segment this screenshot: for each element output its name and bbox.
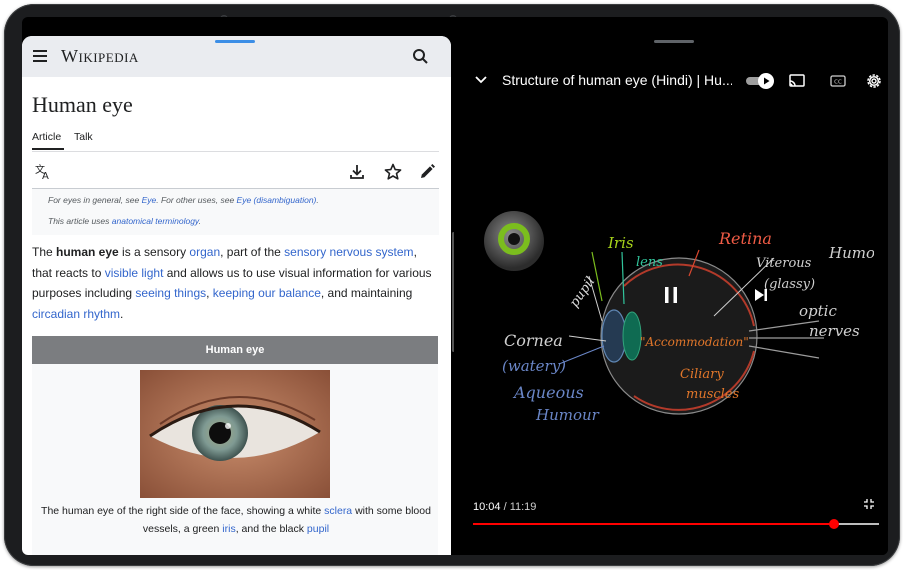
divider xyxy=(32,151,439,152)
label-ciliary: Ciliary xyxy=(680,367,724,382)
link-eye-disambiguation[interactable]: Eye (disambiguation) xyxy=(237,195,317,205)
download-icon[interactable] xyxy=(347,162,367,182)
hatnote-text: . xyxy=(316,195,319,205)
link-organ[interactable]: organ xyxy=(189,245,220,259)
intro-paragraph: The human eye is a sensory organ, part o… xyxy=(32,242,440,324)
current-time: 10:04 xyxy=(473,501,501,513)
hatnote: For eyes in general, see Eye. For other … xyxy=(32,189,439,235)
label-cornea: Cornea xyxy=(504,331,563,350)
autoplay-toggle[interactable] xyxy=(746,73,774,89)
search-icon[interactable] xyxy=(411,47,431,67)
captions-icon[interactable]: CC xyxy=(829,72,847,90)
tablet-frame: Wikipedia Human eye Article Talk 文 A For… xyxy=(4,4,900,566)
link-sclera[interactable]: sclera xyxy=(324,505,352,517)
label-nerves: nerves xyxy=(809,322,860,340)
pause-icon[interactable] xyxy=(663,286,679,304)
eye-photo[interactable] xyxy=(140,370,330,498)
settings-gear-icon[interactable] xyxy=(865,72,883,90)
hatnote-text: . xyxy=(198,216,201,226)
label-glassy: (glassy) xyxy=(764,277,815,292)
video-duration: 11:19 xyxy=(509,501,537,513)
text: , and maintaining xyxy=(320,286,413,300)
text: , and the black xyxy=(235,523,307,535)
text: The xyxy=(32,245,57,259)
eye-illustration xyxy=(140,370,330,498)
text: , part of the xyxy=(220,245,285,259)
label-muscles: muscles xyxy=(686,387,740,402)
link-anatomical-terminology[interactable]: anatomical terminology xyxy=(112,216,199,226)
label-optic: optic xyxy=(799,302,837,320)
label-lens: lens xyxy=(636,255,663,270)
video-pane-handle[interactable] xyxy=(654,40,694,43)
exit-fullscreen-icon[interactable] xyxy=(863,498,875,510)
hatnote-text: This article uses xyxy=(48,216,112,226)
hatnote-line: For eyes in general, see Eye. For other … xyxy=(48,195,319,205)
link-visible-light[interactable]: visible light xyxy=(105,266,164,280)
label-watery: (watery) xyxy=(502,357,566,375)
label-aqueous: Aqueous xyxy=(512,383,584,402)
hatnote-text: For eyes in general, see xyxy=(48,195,142,205)
active-tab-indicator xyxy=(32,148,64,150)
svg-text:A: A xyxy=(42,171,49,182)
menu-icon[interactable] xyxy=(33,50,47,62)
next-video-icon[interactable] xyxy=(753,288,769,302)
link-iris[interactable]: iris xyxy=(222,523,235,535)
screen: Wikipedia Human eye Article Talk 文 A For… xyxy=(22,17,888,555)
label-viterous: Viterous xyxy=(756,256,812,271)
text: The human eye of the right side of the f… xyxy=(41,505,325,517)
wikipedia-logo[interactable]: Wikipedia xyxy=(61,46,139,67)
chevron-down-icon[interactable] xyxy=(474,75,488,85)
infobox-caption: The human eye of the right side of the f… xyxy=(36,502,436,538)
star-icon[interactable] xyxy=(383,162,403,182)
bold-term: human eye xyxy=(56,245,119,259)
label-humour-right: Humour xyxy=(828,244,874,262)
time-display: 10:04 / 11:19 xyxy=(473,501,536,513)
label-iris: Iris xyxy=(607,234,634,252)
hatnote-line: This article uses anatomical terminology… xyxy=(48,216,201,226)
wikipedia-pane: Wikipedia Human eye Article Talk 文 A For… xyxy=(22,36,451,555)
text: . xyxy=(120,306,124,321)
seek-bar[interactable] xyxy=(473,519,879,529)
video-title: Structure of human eye (Hindi) | Hu... xyxy=(502,72,732,88)
hatnote-text: . For other uses, see xyxy=(156,195,237,205)
edit-icon[interactable] xyxy=(417,162,437,182)
tab-article[interactable]: Article xyxy=(32,131,61,143)
link-pupil[interactable]: pupil xyxy=(307,523,329,535)
link-sensory-nervous-system[interactable]: sensory nervous system xyxy=(284,245,413,259)
svg-text:CC: CC xyxy=(834,80,842,86)
cast-icon[interactable] xyxy=(788,72,806,90)
infobox-title: Human eye xyxy=(32,336,438,364)
infobox: Human eye The human eye of the right sid… xyxy=(32,336,438,555)
video-player-pane[interactable]: Structure of human eye (Hindi) | Hu... C… xyxy=(454,36,888,555)
link-eye[interactable]: Eye xyxy=(142,195,157,205)
page-title: Human eye xyxy=(32,92,133,117)
page-toolbar: 文 A xyxy=(22,156,451,188)
tab-talk[interactable]: Talk xyxy=(74,131,93,143)
label-humour-left: Humour xyxy=(535,406,600,424)
link-keeping-our-balance[interactable]: keeping our balance xyxy=(213,286,321,300)
language-icon[interactable]: 文 A xyxy=(34,162,54,182)
link-circadian-rhythm[interactable]: circadian rhythm xyxy=(32,307,120,321)
seek-bar-scrubber[interactable] xyxy=(828,519,839,529)
label-retina: Retina xyxy=(718,229,772,248)
link-seeing-things[interactable]: seeing things xyxy=(135,286,206,300)
wiki-pane-handle[interactable] xyxy=(215,40,255,43)
time-separator: / xyxy=(500,501,510,513)
seek-bar-played xyxy=(473,523,834,525)
eye-diagram-drawing: Iris lens pupil Retina Viterous (glassy)… xyxy=(484,211,874,424)
text: , xyxy=(206,286,213,300)
text: is a sensory xyxy=(118,245,190,259)
label-accommodation: "Accommodation" xyxy=(640,335,749,349)
